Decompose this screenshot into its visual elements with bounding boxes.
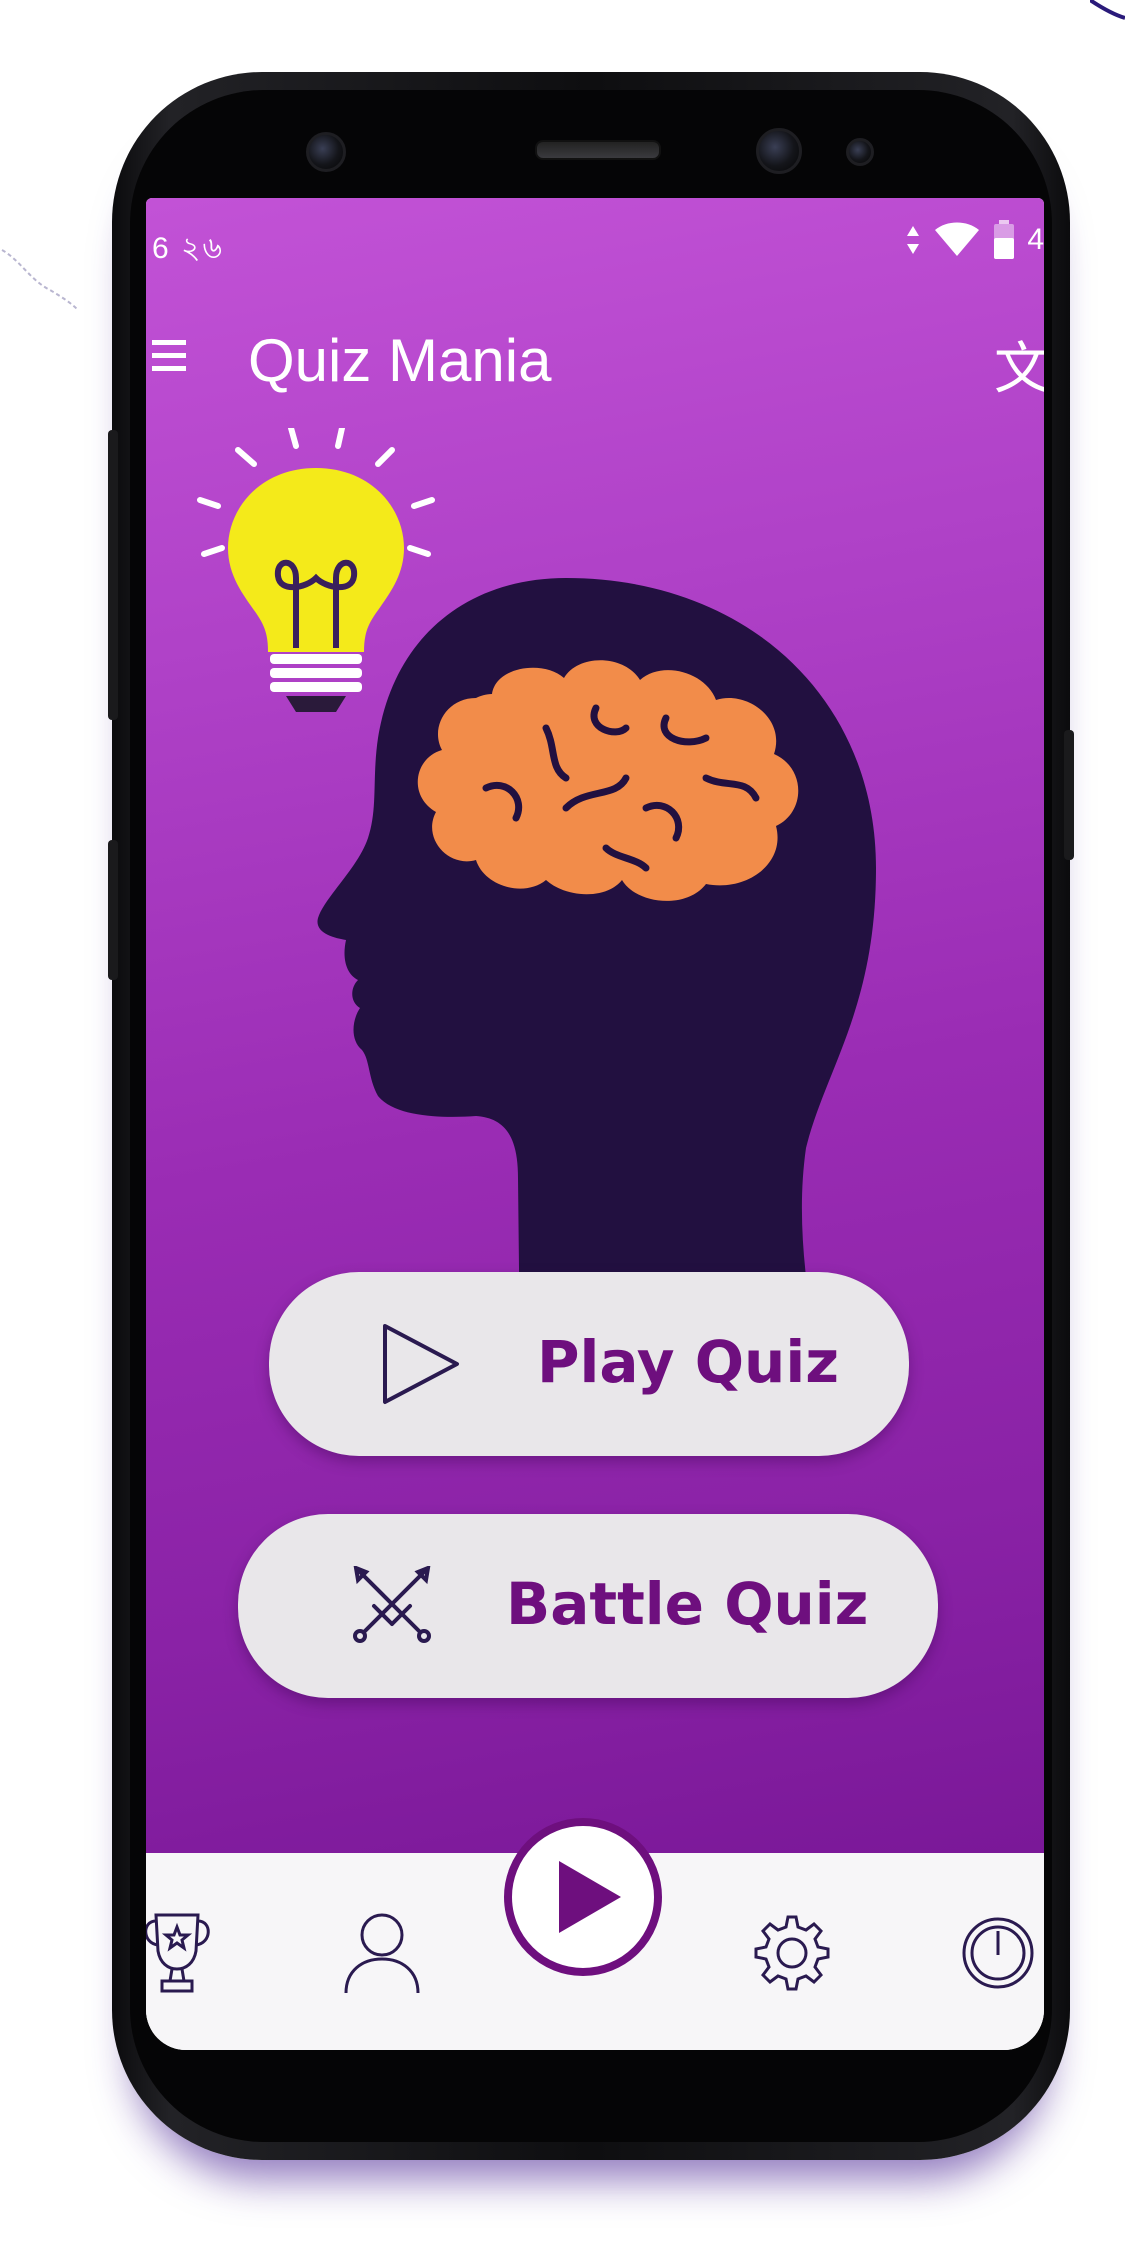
wifi-icon: [935, 222, 980, 256]
data-arrows-icon: [907, 226, 920, 254]
phone-side-button-right: [1064, 730, 1074, 860]
phone-side-button-left-lower: [108, 840, 118, 980]
decorative-swirl-right-top: [1090, 0, 1125, 20]
phone-screen: 6 ২৬ 4 Quiz Mania 文 Play Quiz Battle Qui…: [146, 198, 1044, 2050]
play-quiz-label: Play Quiz: [537, 1328, 839, 1396]
play-fab-icon: [559, 1861, 621, 1933]
status-time: 6 ২৬: [152, 232, 225, 265]
app-title: Quiz Mania: [248, 327, 552, 394]
trophy-icon[interactable]: [146, 1911, 212, 1995]
play-fab-button[interactable]: [504, 1818, 662, 1976]
translate-language-icon[interactable]: 文: [994, 324, 1044, 405]
decorative-swirl-left: [1, 249, 79, 311]
phone-side-button-left-upper: [108, 430, 118, 720]
front-sensor: [846, 138, 874, 166]
battery-percent: 4: [1027, 223, 1044, 256]
front-camera: [756, 128, 802, 174]
status-icons: 4: [905, 220, 1044, 260]
earpiece-speaker: [535, 140, 661, 160]
battle-quiz-label: Battle Quiz: [506, 1570, 869, 1638]
proximity-sensor: [306, 132, 346, 172]
hamburger-menu-icon[interactable]: [152, 338, 186, 374]
home-screen: 6 ২৬ 4 Quiz Mania 文 Play Quiz Battle Qui…: [146, 198, 1044, 1853]
play-outline-icon: [383, 1324, 459, 1404]
crossed-swords-icon: [353, 1566, 431, 1643]
app-bar: Quiz Mania 文: [146, 316, 1044, 400]
battle-quiz-button[interactable]: Battle Quiz: [238, 1514, 938, 1698]
brain-head-illustration: [197, 428, 876, 1358]
lightbulb-icon: [228, 468, 404, 712]
status-bar: 6 ২৬ 4: [146, 198, 1044, 288]
battery-icon: [994, 220, 1015, 259]
play-quiz-button[interactable]: Play Quiz: [269, 1272, 909, 1456]
settings-gear-icon[interactable]: [752, 1913, 832, 1993]
profile-icon[interactable]: [342, 1911, 422, 1995]
power-icon[interactable]: [960, 1915, 1040, 1991]
